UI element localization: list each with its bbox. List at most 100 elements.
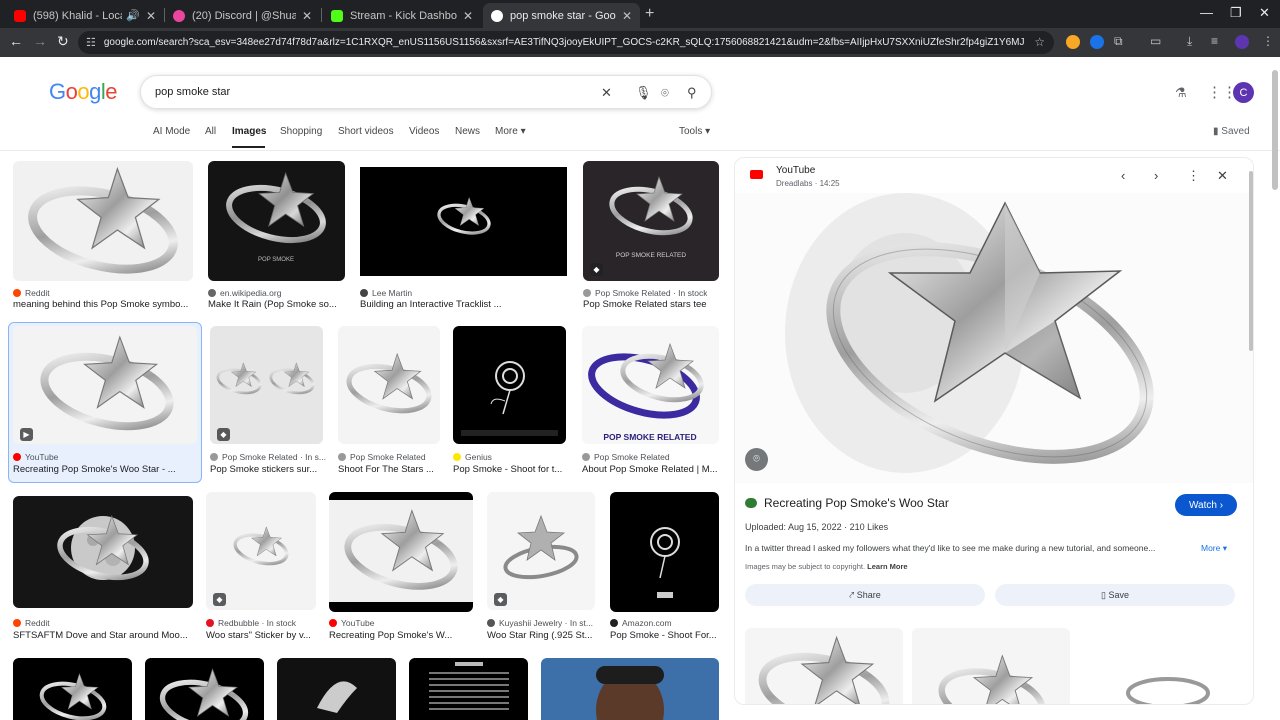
result-thumbnail[interactable] — [13, 496, 193, 608]
browser-tab-discord[interactable]: (20) Discord | @Shuairez Pro... ✕ — [165, 3, 320, 28]
visual-search-icon[interactable]: ⌾ — [745, 448, 768, 471]
next-icon[interactable]: › — [1154, 168, 1158, 183]
scrollbar-thumb[interactable] — [1249, 171, 1253, 351]
browser-tab-kick[interactable]: Stream - Kick Dashboard ✕ — [323, 3, 481, 28]
result-source[interactable]: Kuyashii Jewelry · In st... — [487, 618, 593, 628]
browser-tab-youtube[interactable]: (598) Khalid - Location (Offi 🔊 ✕ — [6, 3, 164, 28]
related-image[interactable] — [1078, 628, 1236, 704]
close-icon[interactable]: ✕ — [622, 9, 632, 23]
result-thumbnail[interactable] — [453, 326, 566, 444]
voice-search-icon[interactable]: 🎙 — [635, 85, 652, 101]
result-caption[interactable]: Make It Rain (Pop Smoke so... — [208, 299, 345, 310]
tools-button[interactable]: Tools ▾ — [679, 126, 710, 137]
result-thumbnail[interactable] — [13, 161, 193, 281]
close-icon[interactable]: ✕ — [146, 9, 156, 23]
result-thumbnail[interactable] — [409, 658, 528, 720]
browser-tab-google[interactable]: pop smoke star - Google Search ✕ — [483, 3, 640, 28]
minimize-icon[interactable]: — — [1200, 5, 1213, 20]
tab-all[interactable]: All — [205, 126, 216, 137]
menu-kebab-icon[interactable]: ⋮ — [1262, 34, 1274, 48]
result-source[interactable]: Reddit — [13, 288, 50, 298]
close-icon[interactable]: ✕ — [302, 9, 312, 23]
result-thumbnail[interactable] — [610, 492, 719, 612]
labs-flask-icon[interactable]: ⚗ — [1175, 85, 1187, 101]
result-source[interactable]: en.wikipedia.org — [208, 288, 281, 298]
extensions-puzzle-icon[interactable]: ⧉ — [1114, 34, 1123, 49]
tab-more[interactable]: More ▾ — [495, 126, 526, 137]
result-source[interactable]: Reddit — [13, 618, 50, 628]
result-source[interactable]: Amazon.com — [610, 618, 672, 628]
result-caption[interactable]: Pop Smoke Related stars tee — [583, 299, 719, 310]
extension-icon[interactable] — [1090, 35, 1104, 49]
result-thumbnail[interactable] — [13, 326, 197, 444]
tab-short-videos[interactable]: Short videos — [338, 126, 394, 137]
share-button[interactable]: ⤤ Share — [745, 584, 985, 606]
save-button[interactable]: ▯ Save — [995, 584, 1235, 606]
result-thumbnail[interactable]: POP SMOKE RELATED — [583, 161, 719, 281]
result-thumbnail[interactable] — [360, 167, 567, 276]
forward-icon[interactable]: → — [33, 33, 47, 49]
related-image[interactable] — [912, 628, 1070, 704]
result-caption[interactable]: SFTSAFTM Dove and Star around Moo... — [13, 630, 193, 641]
google-logo[interactable]: Google — [49, 79, 118, 105]
saved-button[interactable]: ▮ Saved — [1213, 126, 1250, 137]
back-icon[interactable]: ← — [9, 33, 23, 49]
result-source[interactable]: YouTube — [329, 618, 374, 628]
preview-source[interactable]: YouTube — [776, 165, 815, 176]
preview-title[interactable]: Recreating Pop Smoke's Woo Star — [745, 496, 949, 510]
tab-shopping[interactable]: Shopping — [280, 126, 322, 137]
result-thumbnail[interactable] — [329, 492, 473, 612]
result-thumbnail[interactable]: POP SMOKE — [208, 161, 345, 281]
preview-image[interactable] — [735, 193, 1253, 483]
previous-icon[interactable]: ‹ — [1121, 168, 1125, 183]
scrollbar-thumb[interactable] — [1272, 70, 1278, 190]
reload-icon[interactable]: ↻ — [57, 33, 69, 50]
result-caption[interactable]: Recreating Pop Smoke's W... — [329, 630, 473, 641]
new-tab-icon[interactable]: + — [645, 5, 654, 23]
clear-search-icon[interactable]: ✕ — [601, 85, 612, 101]
result-caption[interactable]: Shoot For The Stars ... — [338, 464, 440, 475]
result-source[interactable]: Pop Smoke Related — [338, 452, 426, 462]
result-source[interactable]: Lee Martin — [360, 288, 412, 298]
more-options-icon[interactable]: ⋮ — [1187, 168, 1200, 184]
search-input[interactable] — [155, 86, 595, 98]
extension-icon[interactable] — [1066, 35, 1080, 49]
result-thumbnail[interactable] — [277, 658, 396, 720]
media-control-icon[interactable]: ≡ — [1211, 34, 1218, 48]
side-panel-icon[interactable]: ▭ — [1150, 34, 1161, 48]
search-icon[interactable]: ⚲ — [687, 85, 697, 101]
bookmark-star-icon[interactable]: ☆ — [1034, 35, 1045, 49]
result-caption[interactable]: Pop Smoke stickers sur... — [210, 464, 323, 475]
maximize-icon[interactable]: ❐ — [1230, 5, 1242, 21]
tab-videos[interactable]: Videos — [409, 126, 439, 137]
page-scrollbar[interactable] — [1272, 62, 1278, 717]
result-caption[interactable]: Recreating Pop Smoke's Woo Star - ... — [13, 464, 193, 475]
site-info-icon[interactable]: ☷ — [86, 36, 96, 49]
search-box[interactable]: ✕ 🎙 ⌾ ⚲ — [140, 75, 712, 109]
result-caption[interactable]: About Pop Smoke Related | M... — [582, 464, 719, 475]
lens-search-icon[interactable]: ⌾ — [661, 85, 669, 101]
preview-scrollbar[interactable] — [1249, 161, 1253, 701]
result-thumbnail[interactable] — [338, 326, 440, 444]
result-caption[interactable]: Building an Interactive Tracklist ... — [360, 299, 567, 310]
profile-avatar[interactable] — [1235, 35, 1249, 49]
result-caption[interactable]: Pop Smoke - Shoot For... — [610, 630, 719, 641]
result-source[interactable]: Pop Smoke Related · In s... — [210, 452, 326, 462]
result-caption[interactable]: Pop Smoke - Shoot for t... — [453, 464, 566, 475]
window-close-icon[interactable]: ✕ — [1259, 5, 1270, 21]
result-thumbnail[interactable]: POP SMOKE RELATED — [582, 326, 719, 444]
result-source[interactable]: Pop Smoke Related — [582, 452, 670, 462]
watch-button[interactable]: Watch › — [1175, 494, 1237, 516]
result-source[interactable]: Genius — [453, 452, 492, 462]
result-caption[interactable]: Woo Star Ring (.925 St... — [487, 630, 595, 641]
address-bar[interactable]: ☷ google.com/search?sca_esv=348ee27d74f7… — [78, 31, 1054, 54]
close-icon[interactable]: ✕ — [463, 9, 473, 23]
download-icon[interactable]: ⤓ — [1187, 34, 1192, 49]
result-thumbnail[interactable] — [145, 658, 264, 720]
result-source[interactable]: YouTube — [13, 452, 58, 462]
result-caption[interactable]: meaning behind this Pop Smoke symbo... — [13, 299, 193, 310]
tab-news[interactable]: News — [455, 126, 480, 137]
result-source[interactable]: Redbubble · In stock — [206, 618, 296, 628]
learn-more-link[interactable]: Learn More — [867, 562, 907, 571]
account-avatar[interactable]: C — [1233, 82, 1254, 103]
